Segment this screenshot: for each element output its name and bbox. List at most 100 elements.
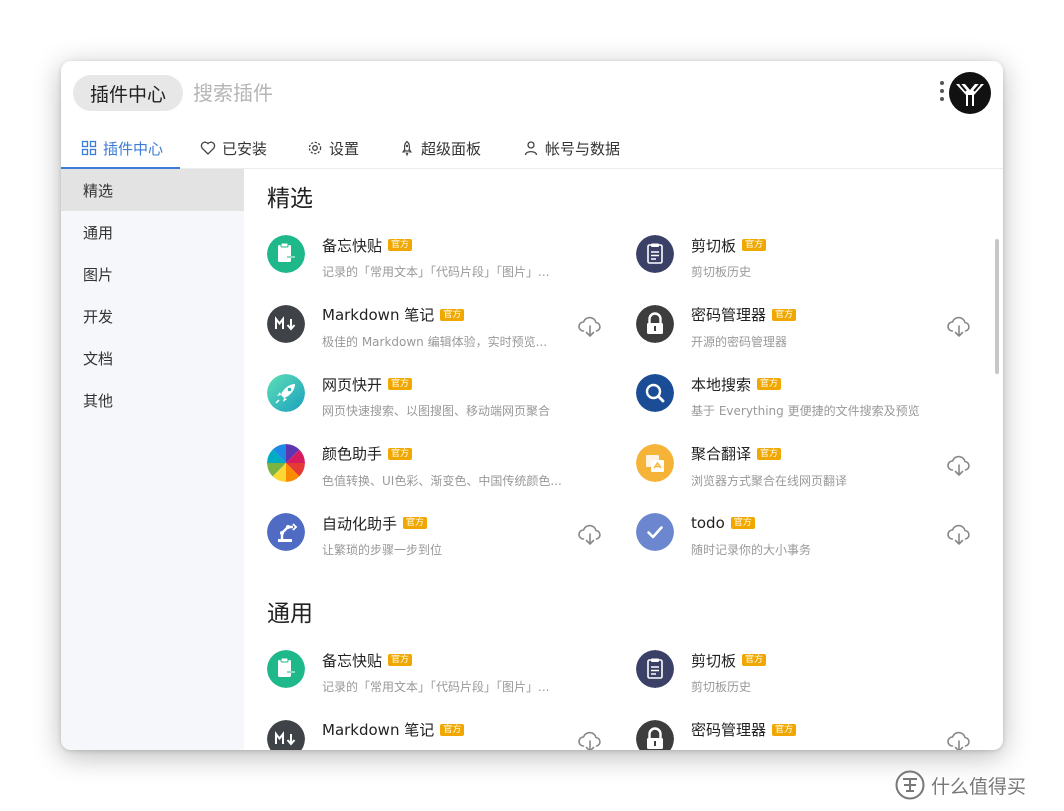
plugin-description: 随时记录你的大小事务	[691, 543, 812, 557]
plugin-item[interactable]: 剪切板 官方剪切板历史	[636, 646, 986, 706]
plugin-title-line: 备忘快贴 官方	[322, 235, 413, 255]
plugin-item[interactable]: 密码管理器官方开源的密码管理器	[636, 301, 986, 361]
official-badge: 官方	[403, 517, 428, 529]
plugin-title-line: 本地搜索 官方	[691, 374, 782, 394]
sidebar-item-featured[interactable]: 精选	[61, 169, 244, 211]
clipboard-paste-icon	[267, 650, 305, 688]
search-input[interactable]	[193, 75, 893, 111]
official-badge: 官方	[757, 447, 782, 460]
robot-arm-icon	[267, 513, 305, 551]
rocket-icon	[267, 374, 305, 412]
lock-icon	[636, 719, 674, 750]
section-title: 精选	[267, 186, 313, 212]
plugin-title-line: Markdown 笔记 官方	[322, 305, 465, 325]
plugin-item[interactable]: 聚合翻译 官方浏览器方式聚合在线网页翻译	[636, 440, 986, 500]
tab-settings[interactable]: 设置	[307, 127, 359, 169]
tab-super-panel[interactable]: 超级面板	[399, 127, 481, 169]
app-window: 插件中心 插件中心 已安装	[61, 61, 1003, 750]
search-bar: 插件中心	[61, 61, 1003, 123]
tab-label: 已安装	[222, 139, 268, 158]
plugin-item[interactable]: 自动化助手 官方 让繁琐的步骤一步到位	[267, 509, 617, 569]
plugin-item[interactable]: Markdown 笔记官方极佳的 Markdown 编辑体验，实时预览...	[267, 301, 617, 361]
cloud-download-icon[interactable]	[946, 731, 972, 751]
cloud-download-icon[interactable]	[577, 316, 603, 338]
mode-pill[interactable]: 插件中心	[73, 75, 183, 111]
plugin-name: 颜色助手	[322, 445, 383, 463]
plugin-description: 浏览器方式聚合在线网页翻译	[691, 473, 848, 488]
plugin-item[interactable]: 备忘快贴 官方 记录的「常用文本」「代码片段」「图片」...	[267, 646, 617, 706]
translate-icon	[636, 443, 674, 482]
cloud-download-icon[interactable]	[577, 731, 603, 751]
plugin-description: 开源的密码管理器	[691, 748, 971, 751]
tab-installed[interactable]: 已安装	[200, 127, 267, 169]
sidebar-item-development[interactable]: 开发	[61, 295, 244, 337]
tab-label: 帐号与数据	[545, 139, 621, 158]
plugin-item[interactable]: 备忘快贴 官方 记录的「常用文本」「代码片段」「图片」...	[267, 231, 617, 291]
plugin-description: 网页快速搜索、以图搜图、移动端网页聚合	[322, 404, 551, 418]
plugin-name: 自动化助手	[322, 514, 398, 533]
cloud-download-icon[interactable]	[946, 524, 972, 546]
tab-account-data[interactable]: 帐号与数据	[523, 127, 620, 169]
watermark-text: 什么值得买	[931, 775, 1027, 798]
plugin-name: 备忘快贴	[322, 651, 383, 670]
official-badge: 官方	[730, 517, 755, 529]
watermark: 什么值得买	[895, 769, 1026, 801]
plugin-item[interactable]: Markdown 笔记官方极佳的 Markdown 编辑体验，实时预览...	[267, 716, 617, 751]
plugin-item[interactable]: 本地搜索 官方基于 Everything 更便捷的文件搜索及预览	[636, 370, 986, 430]
plugin-item[interactable]: 颜色助手 官方 色值转换、UI色彩、渐变色、中国传统颜色...	[267, 440, 617, 500]
official-badge: 官方	[388, 447, 413, 460]
plugin-description: 剪切板历史	[691, 265, 752, 279]
heart-icon	[200, 141, 216, 155]
plugin-title-line: 颜色助手 官方	[322, 444, 413, 464]
plugin-title-line: Markdown 笔记 官方	[322, 720, 465, 740]
markdown-icon	[267, 304, 305, 343]
magnifier-icon	[636, 374, 674, 412]
plugin-name: Markdown 笔记	[322, 721, 435, 739]
sidebar-item-general[interactable]: 通用	[61, 211, 244, 253]
cloud-download-icon[interactable]	[946, 316, 972, 338]
official-badge: 官方	[742, 654, 767, 666]
plugin-item[interactable]: todo 官方随时记录你的大小事务	[636, 509, 986, 569]
clipboard-icon	[636, 235, 674, 273]
plugin-description: 基于 Everything 更便捷的文件搜索及预览	[691, 404, 920, 418]
plugin-name: 聚合翻译	[691, 445, 752, 463]
plugin-description: 极佳的 Markdown 编辑体验，实时预览...	[322, 748, 602, 751]
plugin-item[interactable]: 剪切板 官方剪切板历史	[636, 231, 986, 291]
plugin-name: 密码管理器	[691, 306, 767, 324]
cloud-download-icon[interactable]	[946, 455, 972, 477]
plugin-title-line: 密码管理器 官方	[691, 720, 797, 740]
sidebar-item-documents[interactable]: 文档	[61, 337, 244, 379]
plugin-name: 剪切板	[691, 236, 737, 255]
plugin-list: 精选 备忘快贴 官方 记录的「常用文本」「代码片段」「图片」... 剪切板 官方 剪切板历史…	[244, 169, 1003, 750]
plugin-name: 剪切板	[691, 651, 737, 670]
plugin-name: 网页快开	[322, 375, 383, 394]
plugin-title-line: 剪切板 官方	[691, 650, 767, 670]
category-sidebar: 精选 通用 图片 开发 文档 其他	[61, 169, 244, 750]
plugin-item[interactable]: 密码管理器官方开源的密码管理器	[636, 716, 986, 751]
section-title: 通用	[267, 601, 313, 627]
plugin-title-line: 自动化助手 官方	[322, 513, 428, 533]
plugin-title-line: todo 官方	[691, 513, 755, 533]
tab-plugin-center[interactable]: 插件中心	[81, 127, 163, 169]
grid-icon	[81, 140, 97, 156]
plugin-description: 极佳的 Markdown 编辑体验，实时预览...	[322, 334, 548, 349]
scrollbar-thumb[interactable]	[995, 239, 999, 374]
plugin-title-line: 剪切板 官方	[691, 235, 767, 255]
plugin-name: todo	[691, 514, 725, 532]
cloud-download-icon[interactable]	[577, 524, 603, 546]
more-menu-icon[interactable]	[937, 81, 947, 107]
plugin-description: 剪切板历史	[691, 680, 752, 694]
sidebar-item-images[interactable]: 图片	[61, 253, 244, 295]
plugin-item[interactable]: 网页快开 官方网页快速搜索、以图搜图、移动端网页聚合	[267, 370, 617, 430]
plugin-description: 记录的「常用文本」「代码片段」「图片」...	[322, 680, 550, 694]
official-badge: 官方	[388, 239, 413, 251]
clipboard-paste-icon	[267, 235, 305, 273]
lock-icon	[636, 304, 674, 343]
plugin-name: 备忘快贴	[322, 236, 383, 255]
color-wheel-icon	[267, 443, 305, 482]
smzdm-logo-icon	[895, 770, 925, 800]
official-badge: 官方	[388, 378, 413, 390]
app-logo-icon[interactable]	[949, 72, 991, 114]
tab-bar: 插件中心 已安装 设置 超级面板 帐号与数据	[61, 127, 1003, 169]
sidebar-item-other[interactable]: 其他	[61, 379, 244, 421]
